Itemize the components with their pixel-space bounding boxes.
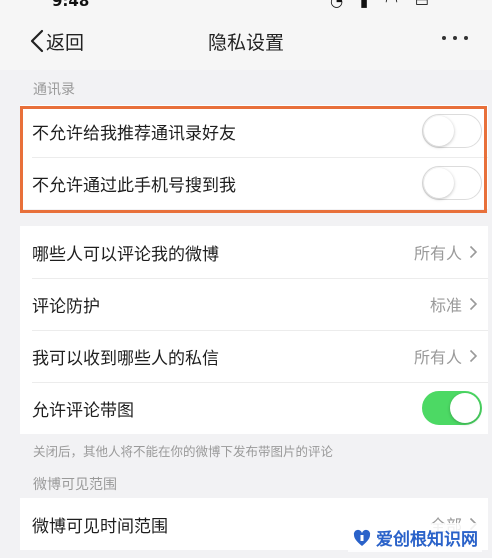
comment-images-toggle[interactable] (422, 391, 482, 425)
logo-icon (353, 529, 371, 546)
chevron-right-icon (469, 245, 478, 259)
setting-value: 标准 (429, 296, 462, 315)
contacts-group: 不允许给我推荐通讯录好友 不允许通过此手机号搜到我 (20, 105, 488, 209)
setting-label: 允许评论带图 (32, 400, 134, 421)
setting-row-comment-images: 允许评论带图 (20, 382, 488, 434)
setting-value: 所有人 (413, 244, 462, 263)
interaction-group: 哪些人可以评论我的微博 所有人 评论防护 标准 我可以收到哪些人的私信 所有人 … (20, 226, 488, 434)
more-dots-icon[interactable] (442, 36, 468, 40)
setting-label: 不允许给我推荐通讯录好友 (32, 123, 236, 144)
status-icons: ◔ ▮ ◠ ▭ (330, 0, 435, 10)
setting-label: 我可以收到哪些人的私信 (32, 348, 219, 369)
setting-label: 微博可见时间范围 (32, 516, 168, 537)
page-title: 隐私设置 (207, 32, 284, 54)
watermark: 爱创根知识网 (348, 523, 482, 552)
setting-row-search-by-phone: 不允许通过此手机号搜到我 (20, 157, 488, 209)
setting-label: 哪些人可以评论我的微博 (32, 244, 219, 265)
nav-bar: 返回 隐私设置 (0, 10, 492, 70)
watermark-text: 爱创根知识网 (376, 530, 478, 550)
setting-row-who-can-comment[interactable]: 哪些人可以评论我的微博 所有人 (20, 226, 488, 278)
chevron-right-icon (469, 349, 478, 363)
signal-icon: ▮ (359, 0, 375, 10)
setting-value: 所有人 (413, 348, 462, 367)
wifi-icon: ◠ (384, 0, 405, 10)
battery-icon: ▭ (414, 0, 435, 10)
setting-row-private-messages[interactable]: 我可以收到哪些人的私信 所有人 (20, 330, 488, 382)
section-label-contacts: 通讯录 (33, 82, 75, 98)
setting-row-comment-protection[interactable]: 评论防护 标准 (20, 278, 488, 330)
alarm-icon: ◔ (330, 0, 350, 10)
setting-row-recommend-contacts: 不允许给我推荐通讯录好友 (20, 105, 488, 157)
setting-label: 评论防护 (32, 296, 100, 317)
recommend-contacts-toggle[interactable] (422, 114, 482, 148)
status-time: 9:48 (52, 0, 90, 10)
section-label-visibility: 微博可见范围 (33, 477, 117, 493)
setting-label: 不允许通过此手机号搜到我 (32, 175, 236, 196)
status-bar: 9:48 ◔ ▮ ◠ ▭ (0, 0, 492, 10)
chevron-right-icon (469, 297, 478, 311)
search-by-phone-toggle[interactable] (422, 166, 482, 200)
comment-images-hint: 关闭后，其他人将不能在你的微博下发布带图片的评论 (33, 444, 334, 459)
